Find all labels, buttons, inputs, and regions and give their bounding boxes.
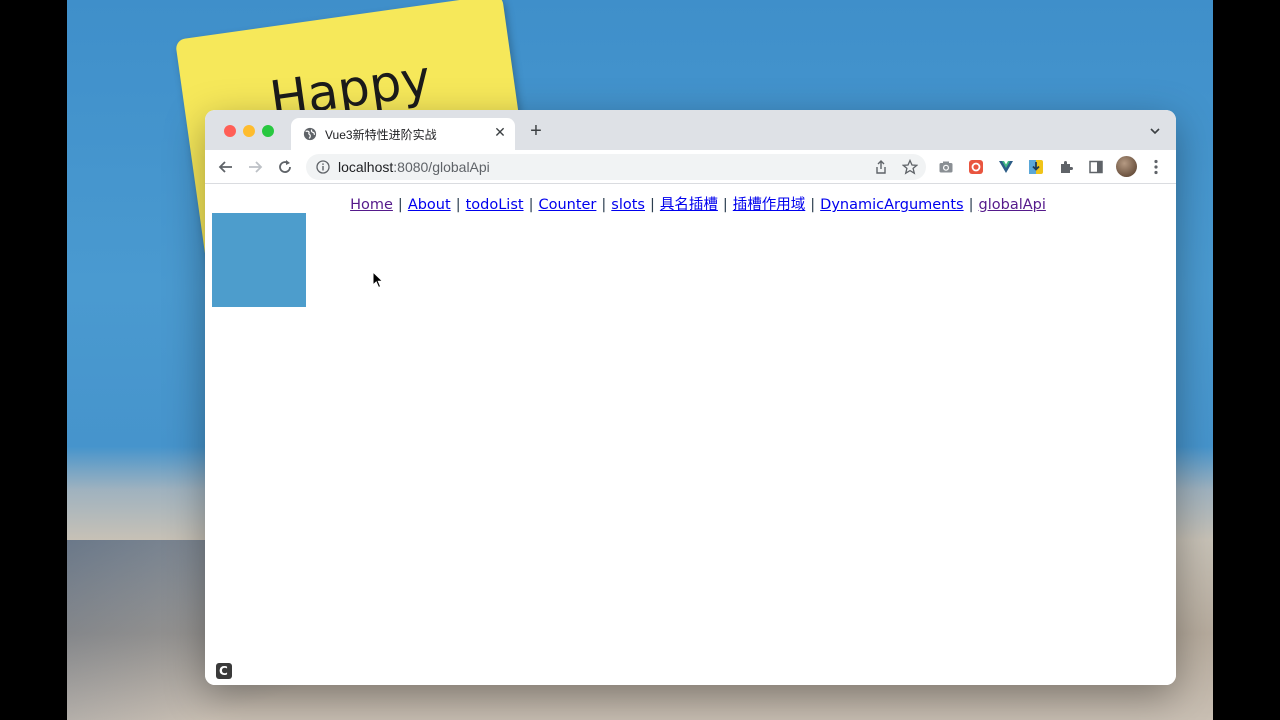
nav-separator: | (601, 197, 607, 213)
new-tab-button[interactable]: + (527, 121, 545, 141)
nav-separator: | (455, 197, 461, 213)
tab-close-icon[interactable]: ✕ (492, 124, 508, 140)
nav-link-slots[interactable]: slots (611, 197, 645, 213)
reload-icon[interactable] (276, 158, 294, 176)
nav-link-todolist[interactable]: todoList (466, 197, 524, 213)
window-minimize-button[interactable] (243, 125, 255, 137)
tab-strip: Vue3新特性进阶实战 ✕ + (205, 110, 1176, 150)
window-maximize-button[interactable] (262, 125, 274, 137)
browser-toolbar: localhost:8080/globalApi (205, 150, 1176, 184)
chevron-down-icon[interactable] (1148, 124, 1162, 138)
url-text[interactable]: localhost:8080/globalApi (338, 159, 490, 175)
info-icon[interactable] (316, 160, 330, 174)
nav-separator: | (968, 197, 974, 213)
side-panel-icon[interactable] (1088, 159, 1104, 175)
vue-devtools-icon[interactable] (998, 159, 1014, 175)
tab-title: Vue3新特性进阶实战 (325, 128, 437, 142)
bookmark-star-icon[interactable] (902, 159, 918, 175)
forward-arrow-icon[interactable] (246, 158, 264, 176)
download-extension-icon[interactable] (1028, 159, 1044, 175)
extension-red-icon[interactable] (968, 159, 984, 175)
address-bar[interactable]: localhost:8080/globalApi (306, 154, 926, 180)
router-nav: Home | About | todoList | Counter | slots | 具名插槽 | 插… (205, 193, 1176, 214)
tab-active[interactable]: Vue3新特性进阶实战 ✕ (291, 118, 515, 150)
mouse-cursor-icon (372, 271, 384, 289)
desktop: Happy Lo Vue3新特性进阶实战 ✕ + (0, 0, 1280, 720)
nav-link-home[interactable]: Home (350, 197, 393, 213)
extensions-puzzle-icon[interactable] (1058, 159, 1074, 175)
nav-link-about[interactable]: About (408, 197, 451, 213)
nav-link-dynamic-arguments[interactable]: DynamicArguments (820, 197, 963, 213)
nav-separator: | (810, 197, 816, 213)
dev-badge-label: C (219, 664, 228, 678)
nav-link-globalapi[interactable]: globalApi (979, 197, 1046, 213)
nav-link-counter[interactable]: Counter (538, 197, 596, 213)
dev-badge[interactable]: C (216, 663, 232, 679)
nav-separator: | (528, 197, 534, 213)
profile-avatar[interactable] (1116, 156, 1137, 177)
url-path: :8080/globalApi (393, 159, 490, 175)
browser-window: Vue3新特性进阶实战 ✕ + localhost:8080/globalApi… (205, 110, 1176, 685)
animated-box[interactable] (212, 213, 306, 307)
nav-link-scoped-slots[interactable]: 插槽作用域 (733, 197, 806, 213)
globe-icon (303, 127, 317, 141)
nav-separator: | (397, 197, 403, 213)
nav-separator: | (650, 197, 655, 213)
url-host: localhost (338, 159, 394, 175)
share-icon[interactable] (873, 159, 889, 175)
page-content: Home | About | todoList | Counter | slots | 具名插槽 | 插… (205, 185, 1176, 685)
camera-icon[interactable] (938, 159, 954, 175)
more-menu-icon[interactable] (1149, 158, 1163, 176)
back-arrow-icon[interactable] (217, 158, 235, 176)
nav-separator: | (722, 197, 728, 213)
nav-link-named-slots[interactable]: 具名插槽 (660, 197, 718, 213)
window-close-button[interactable] (224, 125, 236, 137)
